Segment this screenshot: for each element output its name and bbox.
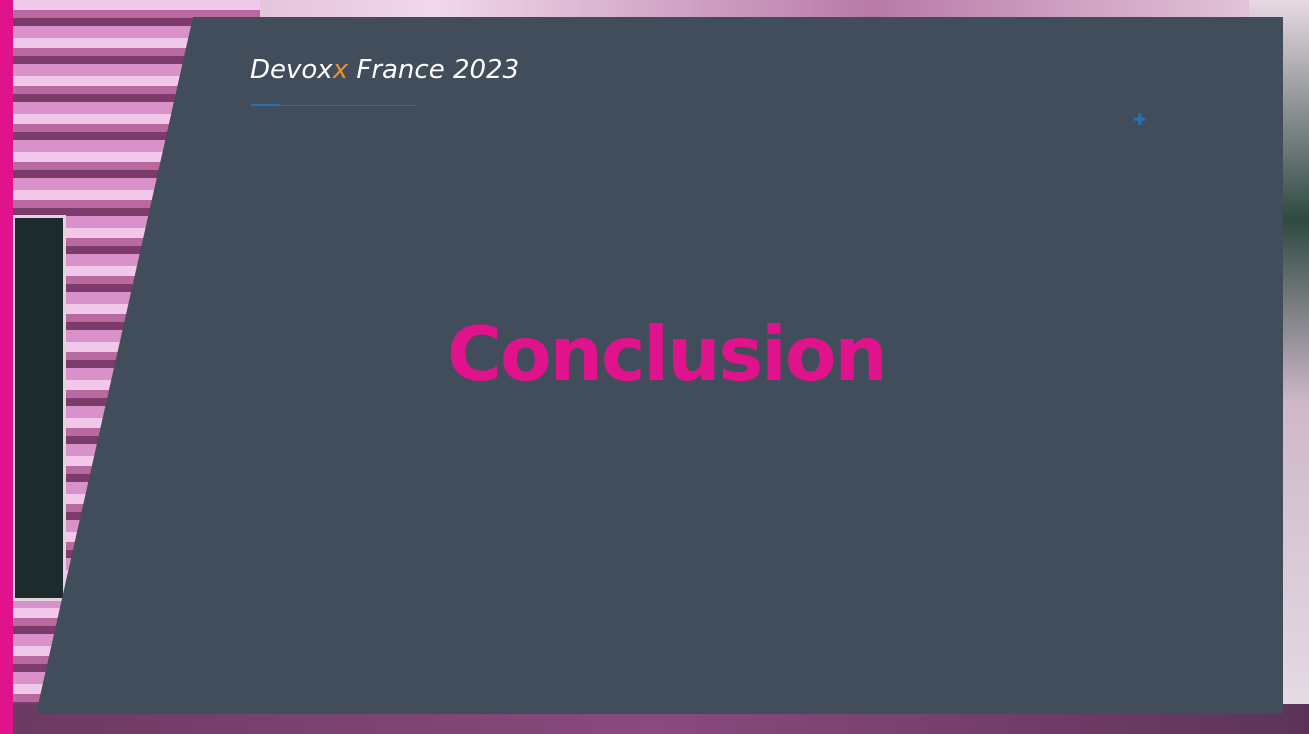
- slide-header: Devoxx France 2023: [250, 55, 519, 85]
- left-accent-bar: [0, 0, 13, 734]
- header-underline-accent: [251, 104, 279, 106]
- background-machine: [12, 215, 66, 601]
- brand-accent: x: [332, 55, 349, 85]
- plus-icon: ✚: [1133, 110, 1147, 129]
- brand-suffix: France 2023: [348, 55, 520, 85]
- slide-title: Conclusion: [447, 310, 888, 398]
- brand-prefix: Devox: [250, 55, 333, 85]
